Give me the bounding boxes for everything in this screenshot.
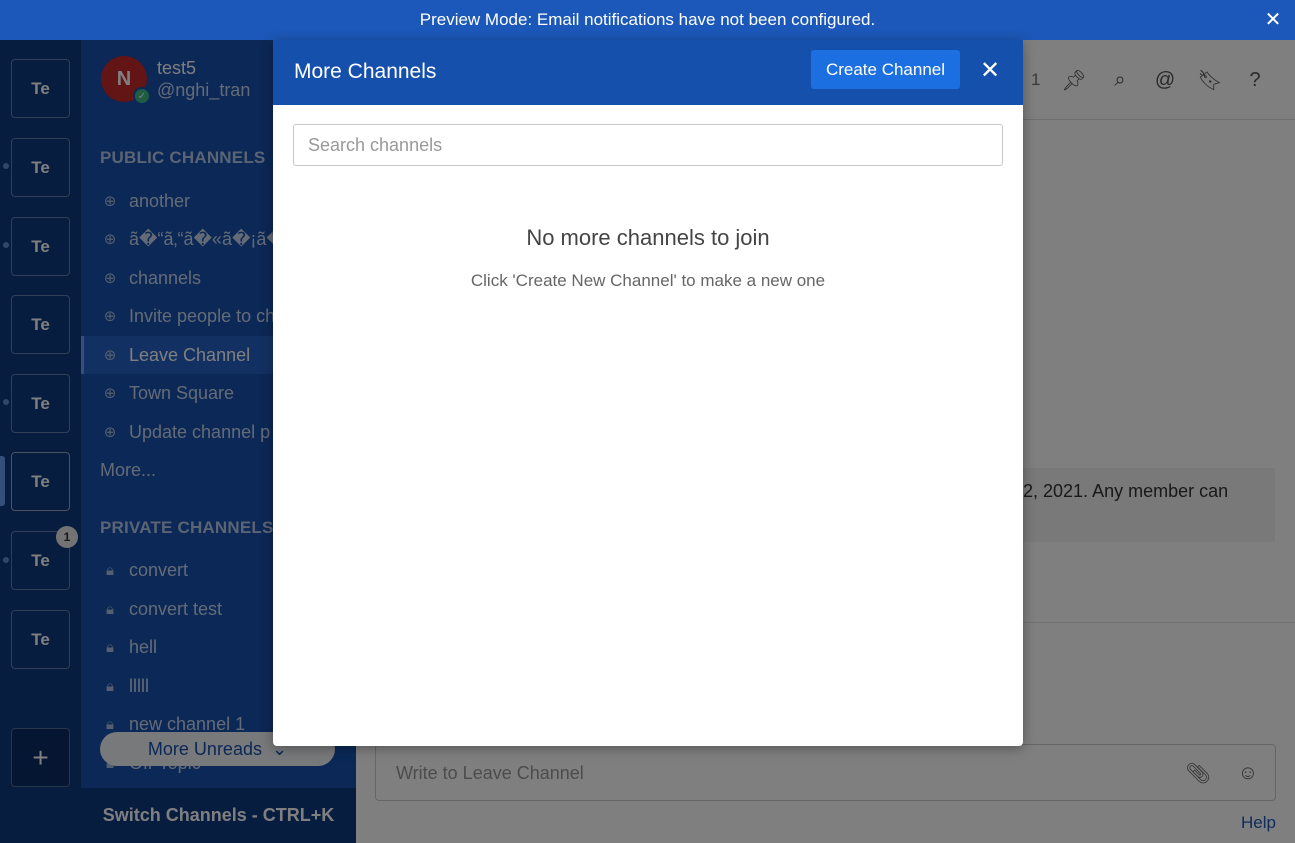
empty-state-subtitle: Click 'Create New Channel' to make a new… [470,271,826,290]
search-channels-input[interactable] [293,124,1003,166]
preview-mode-banner: Preview Mode: Email notifications have n… [0,0,1295,40]
banner-close-icon[interactable]: ✕ [1263,10,1283,30]
close-icon[interactable]: ✕ [978,57,1002,84]
create-channel-button[interactable]: Create Channel [811,50,960,89]
empty-state-title: No more channels to join [526,225,770,250]
banner-message: Preview Mode: Email notifications have n… [419,10,876,29]
more-channels-modal: More Channels Create Channel ✕ No more c… [273,40,1023,746]
modal-header: More Channels Create Channel ✕ [273,40,1023,105]
modal-title: More Channels [294,60,437,83]
